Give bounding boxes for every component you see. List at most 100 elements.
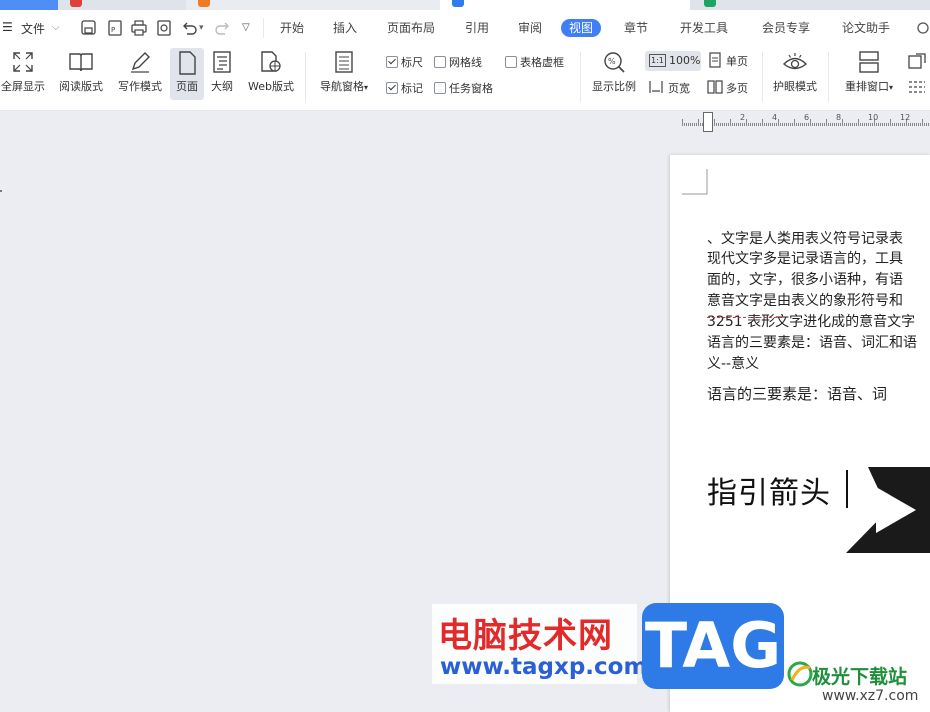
- ruler-tick: [928, 123, 929, 126]
- ruler-indent-marker[interactable]: [703, 112, 713, 132]
- ruler-tick: [882, 123, 883, 126]
- single-page-icon: [709, 52, 721, 68]
- ruler-tick: [920, 123, 921, 126]
- window-tab-current[interactable]: [440, 0, 690, 10]
- window-tab[interactable]: [186, 0, 440, 10]
- reading-layout-button[interactable]: 阅读版式: [56, 50, 106, 98]
- ruler-tick: [890, 119, 891, 126]
- ruler-tick: [830, 123, 831, 126]
- undo-icon[interactable]: [180, 19, 198, 37]
- customize-toolbar-icon[interactable]: ▽: [242, 22, 250, 33]
- fullscreen-icon: [13, 52, 33, 72]
- web-layout-label: Web版式: [248, 80, 294, 93]
- ruler-tick: [916, 123, 917, 126]
- ruler-tick: [730, 119, 731, 126]
- watermark-tag-logo: TAG: [642, 603, 784, 689]
- eye-protection-label: 护眼模式: [773, 80, 817, 93]
- tab-home[interactable]: 开始: [280, 19, 304, 37]
- tab-insert[interactable]: 插入: [333, 19, 357, 37]
- marks-checkbox[interactable]: 标记: [386, 80, 423, 96]
- table-gridlines-checkbox[interactable]: 表格虚框: [505, 54, 564, 70]
- tab-page-layout[interactable]: 页面布局: [387, 19, 435, 37]
- nav-pane-button[interactable]: 导航窗格▾: [314, 50, 374, 98]
- tab-doc-icon: [452, 0, 464, 7]
- ruler-tick: [690, 123, 691, 126]
- multi-page-button[interactable]: 多页: [707, 78, 757, 98]
- ruler-tick: [884, 123, 885, 126]
- print-preview-icon[interactable]: [155, 19, 173, 37]
- ruler-tick: [764, 123, 765, 126]
- tab-active-app[interactable]: [0, 0, 58, 10]
- tab-view[interactable]: 视图: [561, 19, 602, 37]
- tab-member[interactable]: 会员专享: [762, 19, 810, 37]
- redo-icon[interactable]: [214, 19, 232, 37]
- book-icon: [69, 53, 93, 72]
- hamburger-icon[interactable]: ☰: [2, 20, 13, 34]
- print-icon[interactable]: [130, 19, 148, 37]
- chevron-down-icon[interactable]: ⌵: [52, 22, 60, 33]
- page-width-button[interactable]: 页宽: [648, 78, 698, 98]
- zoom-icon: %: [604, 52, 625, 73]
- ruler-tick: [794, 119, 795, 126]
- ruler-tick: [860, 123, 861, 126]
- page-view-label: 页面: [176, 80, 198, 93]
- ruler-tick: [696, 123, 697, 126]
- new-window-icon[interactable]: [907, 52, 927, 70]
- fullscreen-button[interactable]: 全屏显示: [0, 50, 46, 98]
- save-icon[interactable]: [80, 19, 98, 37]
- ruler-tick: [834, 123, 835, 126]
- ruler-tick: [840, 123, 841, 126]
- file-menu[interactable]: 文件: [21, 20, 45, 37]
- search-icon[interactable]: [916, 21, 930, 35]
- ruler-tick: [772, 123, 773, 126]
- ruler-tick: [902, 123, 903, 126]
- ruler-tick: [694, 123, 695, 126]
- page-width-icon: [649, 81, 663, 93]
- doc-line-4: 意音文字是由表义的象形符号和: [707, 293, 903, 309]
- ruler-tick: [698, 119, 699, 126]
- ruler-tick: [692, 123, 693, 126]
- tab-developer[interactable]: 开发工具: [680, 19, 728, 37]
- ruler-tick: [908, 123, 909, 126]
- single-page-button[interactable]: 单页: [707, 52, 757, 72]
- page-view-button[interactable]: 页面: [170, 48, 204, 100]
- marks-label: 标记: [401, 82, 423, 95]
- undo-dropdown-icon[interactable]: ▾: [199, 23, 204, 33]
- tab-references[interactable]: 引用: [465, 19, 489, 37]
- ruler-tick: [774, 123, 775, 126]
- ruler-checkbox[interactable]: 标尺: [386, 54, 423, 70]
- outline-button[interactable]: 大纲: [208, 50, 236, 98]
- gridlines-checkbox[interactable]: 网格线: [434, 54, 482, 70]
- outline-icon: [213, 51, 231, 73]
- ruler-tick: [832, 123, 833, 126]
- ruler-tick: [752, 123, 753, 126]
- ruler-tick: [762, 119, 763, 126]
- ruler-tick: [802, 123, 803, 126]
- task-pane-checkbox[interactable]: 任务窗格: [434, 80, 493, 96]
- ruler-tick: [792, 123, 793, 126]
- horizontal-ruler[interactable]: 2 4 6 8 10 12: [670, 110, 930, 132]
- multi-page-label: 多页: [726, 82, 748, 95]
- split-window-icon[interactable]: [907, 78, 927, 96]
- arrow-shape[interactable]: [846, 467, 930, 553]
- ruler-tick: [766, 123, 767, 126]
- tab-paper-assistant[interactable]: 论文助手: [842, 19, 890, 37]
- eye-protection-button[interactable]: 护眼模式: [768, 50, 822, 98]
- ruler-tick: [742, 123, 743, 126]
- tab-review[interactable]: 审阅: [518, 19, 542, 37]
- ruler-tick: [758, 123, 759, 126]
- ruler-tick: [904, 123, 905, 126]
- zoom-100-button[interactable]: 1:1 100%: [645, 51, 701, 71]
- rearrange-window-button[interactable]: 重排窗口▾: [838, 50, 900, 98]
- export-pdf-icon[interactable]: P: [106, 19, 124, 37]
- ruler-tick: [800, 123, 801, 126]
- writing-mode-button[interactable]: 写作模式: [114, 50, 166, 98]
- rearrange-window-label: 重排窗口▾: [844, 80, 893, 93]
- ruler-tick: [886, 123, 887, 126]
- zoom-button[interactable]: % 显示比例: [588, 50, 640, 98]
- ruler-tick: [844, 123, 845, 126]
- gridlines-label: 网格线: [449, 56, 482, 69]
- web-layout-button[interactable]: Web版式: [244, 50, 298, 98]
- tab-chapter[interactable]: 章节: [624, 19, 648, 37]
- ruler-tick: [724, 123, 725, 126]
